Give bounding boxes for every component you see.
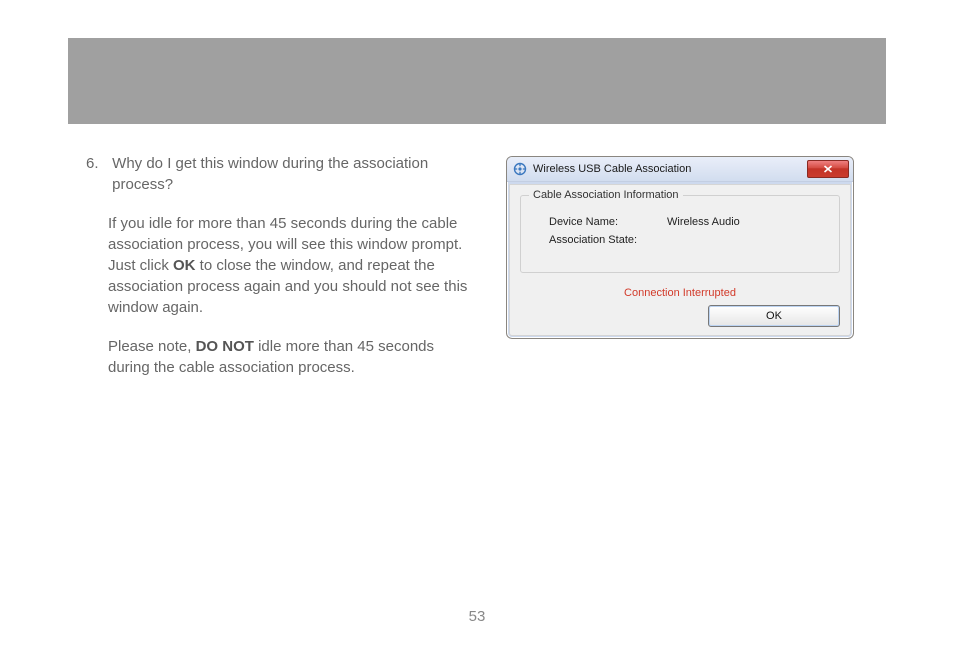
faq-answer2-pre: Please note, — [108, 338, 196, 355]
close-icon — [823, 165, 833, 173]
association-state-label: Association State: — [537, 234, 659, 246]
association-state-value — [659, 234, 667, 246]
faq-number: 6. — [86, 153, 108, 174]
manual-page: 6. Why do I get this window during the a… — [0, 0, 954, 665]
association-info-group: Cable Association Information Device Nam… — [520, 195, 840, 273]
dialog-client-area: Cable Association Information Device Nam… — [509, 184, 851, 336]
groupbox-title: Cable Association Information — [529, 189, 683, 201]
cable-association-dialog: Wireless USB Cable Association Cable Ass… — [506, 156, 854, 339]
ok-button-label: OK — [766, 310, 782, 322]
faq-content: 6. Why do I get this window during the a… — [86, 153, 476, 396]
faq-answer2-bold: DO NOT — [196, 338, 254, 355]
dialog-title: Wireless USB Cable Association — [533, 163, 807, 175]
device-name-label: Device Name: — [537, 216, 659, 228]
faq-question: Why do I get this window during the asso… — [112, 155, 428, 193]
close-button[interactable] — [807, 160, 849, 178]
device-name-value: Wireless Audio — [659, 216, 740, 228]
page-number: 53 — [0, 608, 954, 625]
faq-answer1-bold: OK — [173, 257, 196, 274]
status-message: Connection Interrupted — [520, 287, 840, 299]
ok-button[interactable]: OK — [708, 305, 840, 327]
header-bar — [68, 38, 886, 124]
app-icon — [513, 162, 527, 176]
device-name-row: Device Name: Wireless Audio — [537, 216, 823, 228]
button-row: OK — [520, 305, 840, 327]
association-state-row: Association State: — [537, 234, 823, 246]
dialog-titlebar[interactable]: Wireless USB Cable Association — [507, 157, 853, 182]
